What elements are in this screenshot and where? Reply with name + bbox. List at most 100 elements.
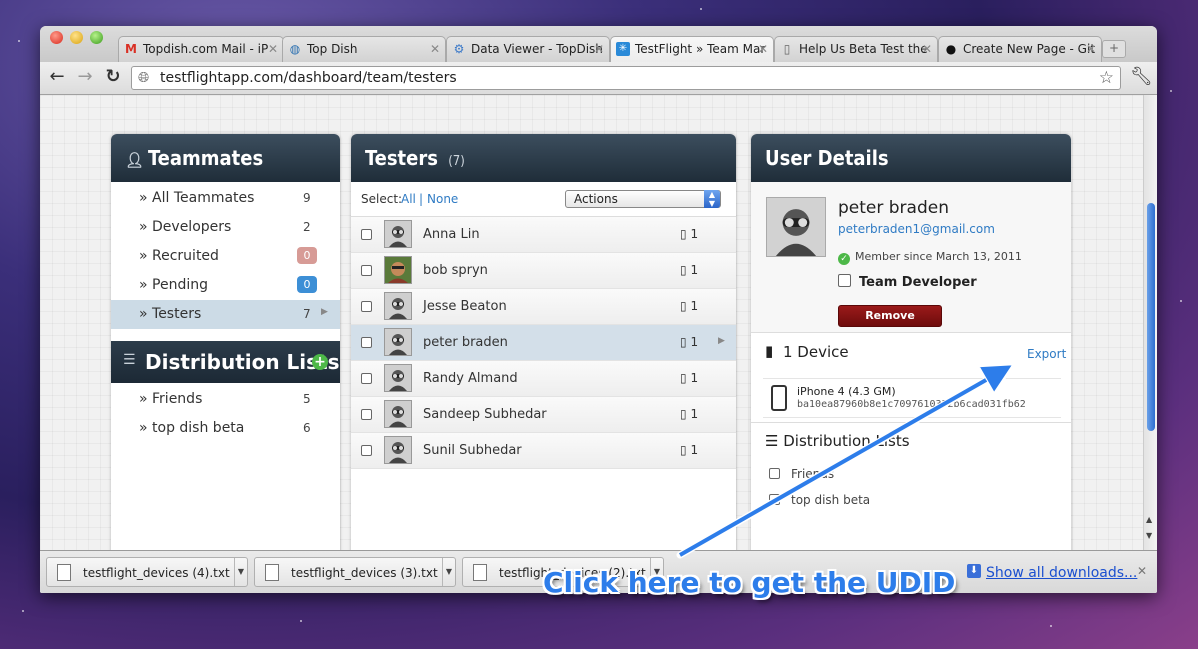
close-icon[interactable]: ✕ — [1086, 42, 1096, 56]
scrollbar-thumb[interactable] — [1147, 203, 1155, 431]
row-checkbox[interactable] — [361, 229, 372, 240]
avatar-photo — [384, 256, 412, 284]
table-row[interactable]: bob spryn ▯ 1 — [351, 253, 736, 289]
dist-list-item[interactable]: top dish beta — [763, 487, 1051, 513]
device-count: ▯ 1 — [680, 263, 699, 277]
remove-button[interactable]: Remove — [838, 305, 942, 327]
close-icon[interactable]: ✕ — [758, 42, 768, 56]
testers-title: Testers — [365, 146, 438, 170]
nav-pending[interactable]: » Pending 0 — [111, 271, 340, 300]
forward-arrow-icon[interactable]: → — [74, 66, 96, 87]
user-name: peter braden — [838, 198, 949, 218]
actions-select[interactable]: Actions ▲ ▼ — [565, 190, 721, 208]
nav-list-friends[interactable]: » Friends 5 — [111, 385, 340, 414]
download-item[interactable]: testflight_devices (3).txt ▼ — [254, 557, 456, 587]
table-row[interactable]: Sandeep Subhedar ▯ 1 — [351, 397, 736, 433]
dist-lists-section: ☰ Distribution Lists — [765, 432, 910, 450]
back-arrow-icon[interactable]: ← — [46, 66, 68, 87]
close-icon[interactable]: ✕ — [268, 42, 278, 56]
select-all-link[interactable]: All — [401, 192, 416, 206]
tester-name: Sandeep Subhedar — [423, 407, 547, 422]
row-checkbox[interactable] — [361, 301, 372, 312]
user-details-title: User Details — [765, 146, 889, 170]
select-separator: | — [419, 192, 424, 206]
team-developer-toggle[interactable]: Team Developer — [838, 274, 977, 290]
device-count: ▯ 1 — [680, 371, 699, 385]
tab-label: Data Viewer - TopDish — [471, 42, 603, 56]
nav-developers[interactable]: » Developers 2 — [111, 213, 340, 242]
download-item[interactable]: testflight_devices (4).txt ▼ — [46, 557, 248, 587]
close-icon[interactable]: ✕ — [430, 42, 440, 56]
avatar — [384, 364, 412, 392]
nav-list-top-dish-beta[interactable]: » top dish beta 6 — [111, 414, 340, 443]
tab-bar: M Topdish.com Mail - iP ✕ ◍ Top Dish ✕ ⚙… — [40, 26, 1157, 62]
checkbox[interactable] — [769, 468, 780, 479]
select-none-link[interactable]: None — [427, 192, 458, 206]
nav-all-teammates[interactable]: » All Teammates 9 — [111, 184, 340, 213]
row-checkbox[interactable] — [361, 445, 372, 456]
tester-name: Sunil Subhedar — [423, 443, 522, 458]
reload-icon[interactable]: ↻ — [102, 66, 124, 87]
tab-github[interactable]: ● Create New Page - Git ✕ — [938, 36, 1102, 62]
tab-topdish[interactable]: ◍ Top Dish ✕ — [282, 36, 446, 62]
avatar — [384, 436, 412, 464]
download-icon: ⬇ — [967, 564, 981, 578]
tab-data-viewer[interactable]: ⚙ Data Viewer - TopDish ✕ — [446, 36, 610, 62]
zoom-window-button[interactable] — [90, 31, 103, 44]
chevron-down-icon[interactable]: ▼ — [234, 558, 247, 586]
wrench-icon[interactable]: 🔧︎ — [1130, 66, 1153, 87]
table-row[interactable]: Jesse Beaton ▯ 1 — [351, 289, 736, 325]
new-tab-button[interactable]: + — [1102, 40, 1126, 58]
nav-recruited[interactable]: » Recruited 0 — [111, 242, 340, 271]
user-email-link[interactable]: peterbraden1@gmail.com — [838, 222, 995, 236]
close-window-button[interactable] — [50, 31, 63, 44]
select-arrows-icon: ▲ ▼ — [704, 190, 720, 208]
phone-icon: ▯ — [680, 335, 687, 349]
table-row-selected[interactable]: peter braden ▯ 1 ▶ — [351, 325, 736, 361]
row-checkbox[interactable] — [361, 373, 372, 384]
nav-label: » Pending — [139, 277, 208, 293]
tester-name: Randy Almand — [423, 371, 518, 386]
tab-label: Top Dish — [307, 42, 358, 56]
checkbox[interactable] — [838, 274, 851, 287]
device-card[interactable]: iPhone 4 (4.3 GM) ba10ea87960b8e1c709761… — [763, 378, 1061, 418]
scroll-down-arrow-icon[interactable]: ▼ — [1146, 531, 1152, 540]
dist-list-item[interactable]: Friends — [763, 461, 1051, 487]
row-checkbox[interactable] — [361, 409, 372, 420]
chevron-right-icon: ▶ — [321, 307, 328, 317]
browser-toolbar: ← → ↻ 🌐︎ testflightapp.com/dashboard/tea… — [40, 62, 1157, 95]
check-icon: ✓ — [838, 253, 850, 265]
row-checkbox[interactable] — [361, 337, 372, 348]
tab-help-beta[interactable]: ▯ Help Us Beta Test the ✕ — [774, 36, 938, 62]
dist-lists-heading: Distribution Lists — [783, 432, 910, 450]
scroll-up-arrow-icon[interactable]: ▲ — [1146, 515, 1152, 524]
avatar — [384, 400, 412, 428]
phone-icon: ▮ — [765, 342, 774, 360]
star — [1170, 90, 1172, 92]
add-list-icon[interactable]: + — [312, 354, 328, 370]
checkbox[interactable] — [769, 494, 780, 505]
tab-gmail[interactable]: M Topdish.com Mail - iP ✕ — [118, 36, 284, 62]
close-icon[interactable]: ✕ — [922, 42, 932, 56]
table-row[interactable]: Randy Almand ▯ 1 — [351, 361, 736, 397]
distribution-lists-title: Distribution Lists — [145, 350, 340, 374]
tab-label: Topdish.com Mail - iP — [143, 42, 269, 56]
close-icon[interactable]: ✕ — [594, 42, 604, 56]
table-row[interactable]: Anna Lin ▯ 1 — [351, 217, 736, 253]
export-link[interactable]: Export — [1027, 347, 1066, 361]
chevron-down-icon[interactable]: ▼ — [442, 558, 455, 586]
address-bar[interactable]: 🌐︎ testflightapp.com/dashboard/team/test… — [131, 66, 1121, 90]
show-all-downloads-link[interactable]: Show all downloads... — [986, 565, 1137, 581]
nav-testers[interactable]: » Testers 7 ▶ — [111, 300, 340, 329]
member-since: ✓ Member since March 13, 2011 — [838, 250, 1022, 265]
row-checkbox[interactable] — [361, 265, 372, 276]
minimize-window-button[interactable] — [70, 31, 83, 44]
vertical-scrollbar[interactable]: ▲ ▼ — [1143, 95, 1157, 550]
table-row[interactable]: Sunil Subhedar ▯ 1 — [351, 433, 736, 469]
nav-label: » top dish beta — [139, 420, 245, 436]
close-icon[interactable]: ✕ — [1137, 564, 1147, 578]
device-count: ▯ 1 — [680, 227, 699, 241]
bookmark-star-icon[interactable]: ☆ — [1099, 68, 1114, 88]
select-bar: Select: All | None Actions ▲ ▼ — [351, 182, 736, 217]
tab-testflight[interactable]: ✳ TestFlight » Team Mar ✕ — [610, 36, 774, 62]
